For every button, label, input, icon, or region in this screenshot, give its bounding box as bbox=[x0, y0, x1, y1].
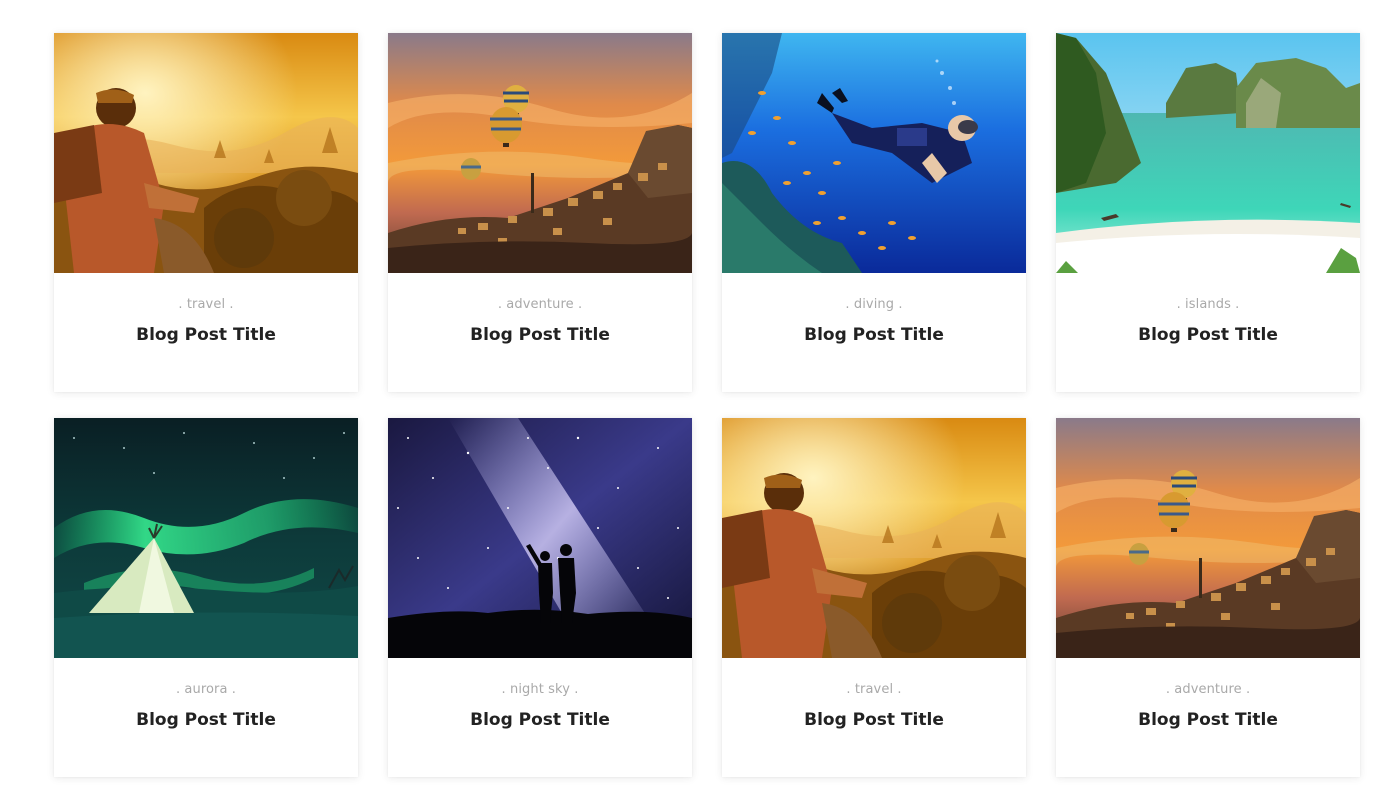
blog-card[interactable]: . islands . Blog Post Title bbox=[1056, 33, 1360, 392]
post-category[interactable]: . travel . bbox=[54, 297, 358, 313]
post-title[interactable]: Blog Post Title bbox=[54, 709, 358, 731]
post-title[interactable]: Blog Post Title bbox=[1056, 324, 1360, 346]
post-title[interactable]: Blog Post Title bbox=[388, 324, 692, 346]
aurora-tent-snow-photo[interactable] bbox=[54, 418, 358, 658]
traveler-sunset-temples-photo[interactable] bbox=[54, 33, 358, 273]
blog-card[interactable]: . travel . Blog Post Title bbox=[722, 418, 1026, 777]
hot-air-balloons-town-photo[interactable] bbox=[1056, 418, 1360, 658]
post-title[interactable]: Blog Post Title bbox=[722, 324, 1026, 346]
post-category[interactable]: . diving . bbox=[722, 297, 1026, 313]
blog-card[interactable]: . travel . Blog Post Title bbox=[54, 33, 358, 392]
post-category[interactable]: . adventure . bbox=[1056, 682, 1360, 698]
scuba-diver-coral-photo[interactable] bbox=[722, 33, 1026, 273]
milky-way-couple-silhouette-photo[interactable] bbox=[388, 418, 692, 658]
tropical-lagoon-cliffs-photo[interactable] bbox=[1056, 33, 1360, 273]
post-category[interactable]: . night sky . bbox=[388, 682, 692, 698]
post-category[interactable]: . adventure . bbox=[388, 297, 692, 313]
blog-card[interactable]: . night sky . Blog Post Title bbox=[388, 418, 692, 777]
traveler-sunset-temples-photo[interactable] bbox=[722, 418, 1026, 658]
blog-card[interactable]: . adventure . Blog Post Title bbox=[388, 33, 692, 392]
blog-card[interactable]: . diving . Blog Post Title bbox=[722, 33, 1026, 392]
post-category[interactable]: . travel . bbox=[722, 682, 1026, 698]
blog-card[interactable]: . adventure . Blog Post Title bbox=[1056, 418, 1360, 777]
post-title[interactable]: Blog Post Title bbox=[1056, 709, 1360, 731]
post-category[interactable]: . aurora . bbox=[54, 682, 358, 698]
post-title[interactable]: Blog Post Title bbox=[388, 709, 692, 731]
hot-air-balloons-town-photo[interactable] bbox=[388, 33, 692, 273]
post-title[interactable]: Blog Post Title bbox=[54, 324, 358, 346]
post-category[interactable]: . islands . bbox=[1056, 297, 1360, 313]
post-title[interactable]: Blog Post Title bbox=[722, 709, 1026, 731]
blog-card[interactable]: . aurora . Blog Post Title bbox=[54, 418, 358, 777]
